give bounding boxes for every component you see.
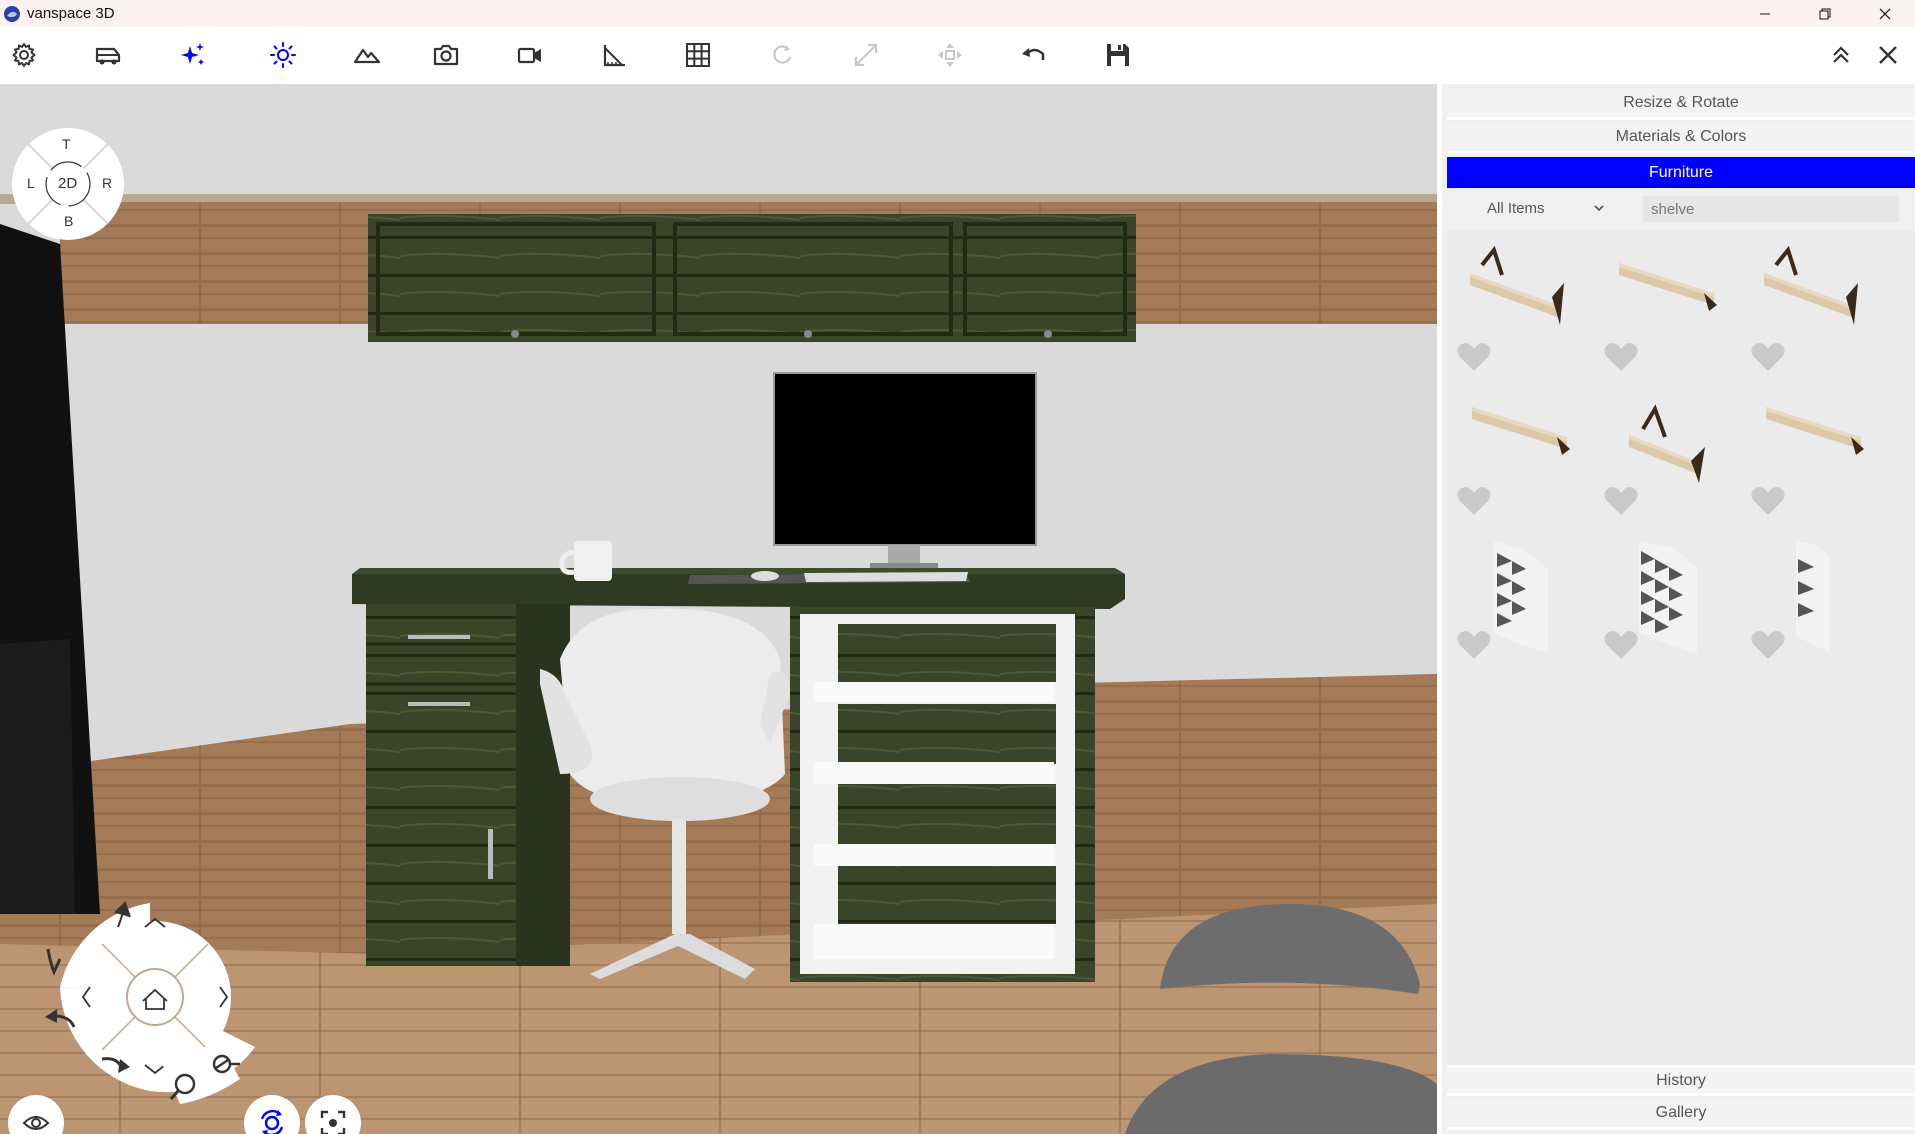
- move-icon: [938, 43, 962, 67]
- furniture-item-shelf-bracket-small[interactable]: [1599, 379, 1739, 519]
- orbit-icon: [260, 1109, 284, 1134]
- effects-button[interactable]: [175, 37, 211, 73]
- close-window-button[interactable]: [1855, 0, 1915, 27]
- restore-icon: [1819, 8, 1831, 19]
- tab-furniture[interactable]: Furniture: [1447, 157, 1915, 188]
- 3d-viewport[interactable]: T B L R 2D: [0, 84, 1437, 1134]
- app-logo-icon: [4, 5, 20, 22]
- van-icon: [95, 47, 121, 65]
- tab-resize-rotate[interactable]: Resize & Rotate: [1447, 89, 1915, 120]
- heart-icon[interactable]: [1603, 341, 1639, 373]
- heart-icon[interactable]: [1750, 341, 1786, 373]
- furniture-item-shelf-bracket[interactable]: [1452, 235, 1592, 375]
- van-button[interactable]: [90, 37, 126, 73]
- heart-icon[interactable]: [1603, 485, 1639, 517]
- furniture-item-rack-slim[interactable]: [1746, 523, 1886, 663]
- measure-button[interactable]: [596, 37, 632, 73]
- heart-icon[interactable]: [1456, 485, 1492, 517]
- view-left-button[interactable]: L: [27, 175, 35, 191]
- chevron-down-icon: [1594, 205, 1604, 212]
- undo-button[interactable]: [1016, 37, 1052, 73]
- search-input[interactable]: [1643, 196, 1899, 222]
- title-bar: vanspace 3D: [0, 0, 1915, 27]
- resize-button[interactable]: [848, 37, 884, 73]
- lighting-button[interactable]: [265, 37, 301, 73]
- camera-icon: [433, 44, 459, 66]
- chevron-double-up-icon: [1833, 46, 1849, 63]
- rotate-button[interactable]: [764, 37, 800, 73]
- close-icon: [1879, 8, 1891, 19]
- filter-row: All Items: [1447, 193, 1915, 223]
- eye-icon: [22, 1116, 50, 1130]
- grid-icon: [686, 43, 710, 67]
- furniture-item-rack-double[interactable]: [1599, 523, 1739, 663]
- furniture-item-shelf-flat[interactable]: [1746, 379, 1886, 519]
- view-2d-button[interactable]: 2D: [58, 175, 77, 192]
- settings-button[interactable]: [6, 37, 42, 73]
- settings-icon: [12, 43, 36, 67]
- category-select[interactable]: All Items: [1459, 193, 1614, 223]
- save-button[interactable]: [1100, 37, 1136, 73]
- tab-materials-colors[interactable]: Materials & Colors: [1447, 123, 1915, 154]
- undo-icon: [1022, 48, 1045, 60]
- furniture-grid: [1447, 229, 1915, 1074]
- terrain-button[interactable]: [349, 37, 385, 73]
- restore-button[interactable]: [1795, 0, 1855, 27]
- heart-icon[interactable]: [1603, 629, 1639, 661]
- toolbar: [0, 27, 1915, 84]
- heart-icon[interactable]: [1750, 629, 1786, 661]
- terrain-icon: [353, 48, 381, 64]
- side-panel: Resize & Rotate Materials & Colors Furni…: [1437, 84, 1915, 1134]
- video-icon: [517, 47, 541, 64]
- view-bottom-button[interactable]: B: [64, 213, 73, 229]
- view-right-button[interactable]: R: [102, 175, 112, 191]
- screenshot-button[interactable]: [428, 37, 464, 73]
- sun-icon: [270, 42, 296, 68]
- record-video-button[interactable]: [512, 37, 548, 73]
- tab-gallery[interactable]: Gallery: [1447, 1099, 1915, 1130]
- heart-icon[interactable]: [1456, 629, 1492, 661]
- rotate-icon: [773, 45, 792, 64]
- category-select-value: All Items: [1487, 199, 1545, 217]
- tab-history[interactable]: History: [1447, 1065, 1915, 1096]
- furniture-item-rack-tall[interactable]: [1452, 523, 1592, 663]
- window-title: vanspace 3D: [27, 5, 115, 22]
- sparkle-icon: [181, 43, 204, 65]
- minimize-icon: [1760, 13, 1770, 14]
- collapse-panel-button[interactable]: [1823, 37, 1859, 73]
- measure-icon: [603, 45, 625, 67]
- move-button[interactable]: [932, 37, 968, 73]
- grid-button[interactable]: [680, 37, 716, 73]
- heart-icon[interactable]: [1456, 341, 1492, 373]
- close-icon: [1879, 46, 1897, 64]
- furniture-item-shelf-flat[interactable]: [1452, 379, 1592, 519]
- furniture-item-shelf-flat[interactable]: [1599, 235, 1739, 375]
- minimize-button[interactable]: [1735, 0, 1795, 27]
- resize-icon: [854, 43, 878, 67]
- focus-icon: [320, 1110, 346, 1134]
- save-icon: [1107, 44, 1129, 66]
- view-top-button[interactable]: T: [62, 136, 71, 152]
- heart-icon[interactable]: [1750, 485, 1786, 517]
- close-panel-button[interactable]: [1870, 37, 1906, 73]
- furniture-item-shelf-bracket[interactable]: [1746, 235, 1886, 375]
